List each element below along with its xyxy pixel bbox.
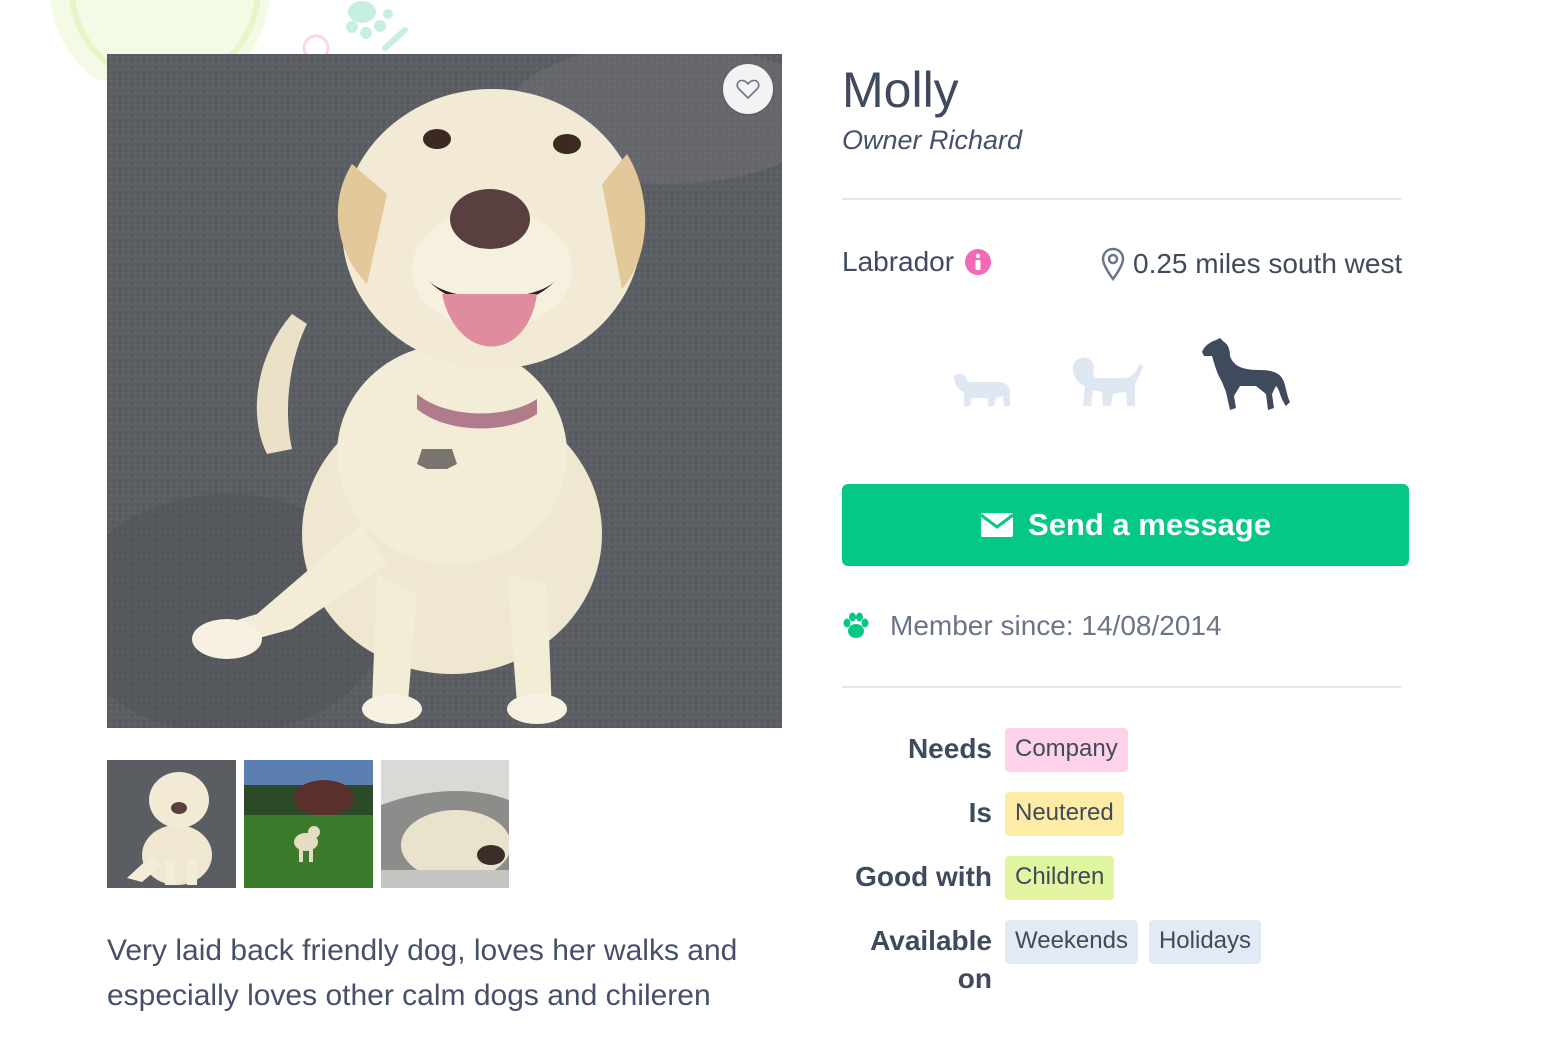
thumbnail-2[interactable] [244, 760, 373, 888]
breed: Labrador [842, 244, 992, 280]
send-message-button[interactable]: Send a message [842, 484, 1409, 566]
paw-icon [842, 612, 870, 640]
thumbnail-1[interactable] [107, 760, 236, 888]
medium-dog-icon [1069, 354, 1145, 415]
distance-label: 0.25 miles south west [1133, 248, 1403, 279]
tag-holidays: Holidays [1148, 920, 1262, 964]
heart-icon [736, 78, 760, 100]
favourite-button[interactable] [723, 64, 773, 114]
divider [842, 198, 1401, 200]
attribute-is: Is Neutered [842, 792, 1135, 836]
map-pin-icon [1101, 247, 1125, 281]
large-dog-icon [1200, 336, 1294, 417]
distance: 0.25 miles south west [1101, 244, 1402, 284]
info-icon[interactable] [964, 248, 992, 276]
attribute-label: Needs [907, 733, 992, 764]
tag-weekends: Weekends [1005, 920, 1138, 964]
send-message-label: Send a message [1028, 507, 1271, 542]
attribute-needs: Needs Company [842, 728, 1139, 772]
attribute-label: Good with [855, 861, 992, 892]
attribute-available-on: Available on Weekends Holidays [842, 920, 1272, 998]
main-dog-photo[interactable] [107, 54, 782, 728]
attribute-label: Is [968, 797, 992, 828]
pet-name: Molly [842, 62, 959, 118]
tag-children: Children [1005, 856, 1115, 900]
small-dog-icon [950, 370, 1014, 415]
tag-company: Company [1005, 728, 1128, 772]
dog-description: Very laid back friendly dog, loves her w… [107, 934, 738, 1012]
owner-name: Owner Richard [842, 125, 1023, 155]
attribute-label: Available on [870, 925, 992, 994]
envelope-icon [980, 512, 1014, 538]
breed-label: Labrador [842, 246, 955, 277]
attribute-good-with: Good with Children [842, 856, 1125, 900]
tag-neutered: Neutered [1005, 792, 1124, 836]
thumbnail-3[interactable] [381, 760, 510, 888]
member-since: Member since: 14/08/2014 [842, 608, 1222, 644]
divider [842, 686, 1401, 688]
member-since-label: Member since: 14/08/2014 [890, 610, 1222, 641]
